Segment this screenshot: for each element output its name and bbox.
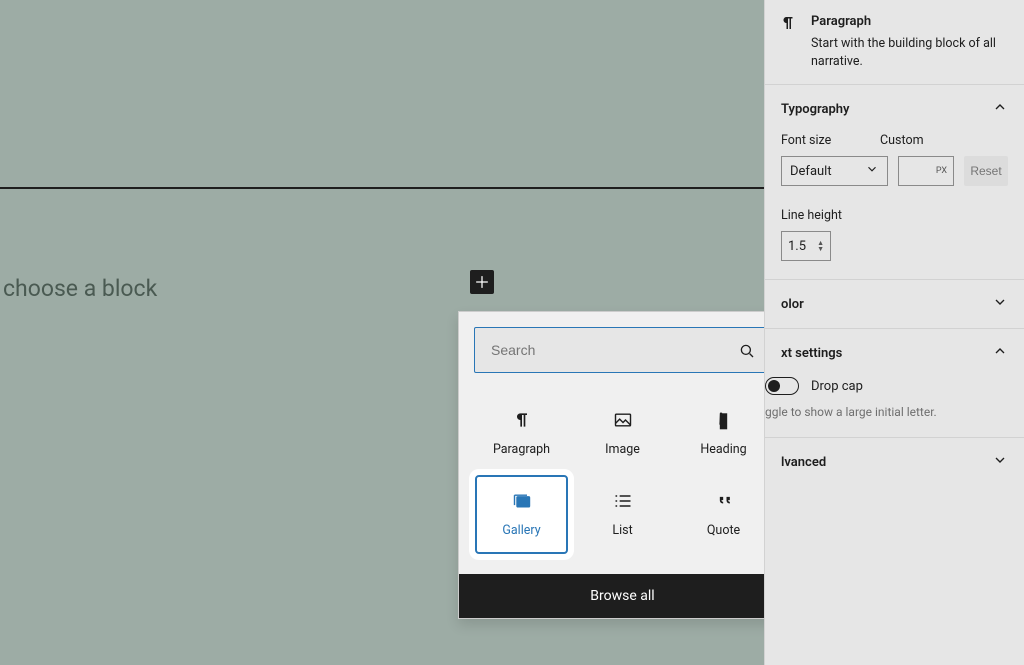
block-grid: Paragraph Image ▮ Heading <box>459 388 786 574</box>
panel-title: lvanced <box>781 455 826 470</box>
plus-icon <box>472 272 492 292</box>
block-inserter-popover: Paragraph Image ▮ Heading <box>458 311 787 619</box>
stepper-icon: ▲▼ <box>817 240 824 252</box>
block-name: Paragraph <box>811 14 1010 29</box>
block-item-list[interactable]: List <box>572 471 673 558</box>
block-placeholder[interactable]: choose a block <box>3 275 157 302</box>
panel-text-settings: xt settings Drop cap ggle to show a larg… <box>765 328 1024 437</box>
block-label: Quote <box>707 523 740 538</box>
unit-label: PX <box>936 166 947 176</box>
panel-color-header[interactable]: olor <box>765 280 1024 328</box>
block-item-quote[interactable]: Quote <box>673 471 774 558</box>
editor-canvas: choose a block Paragraph Image <box>0 0 764 665</box>
panel-title: xt settings <box>781 346 842 361</box>
block-label: List <box>612 523 632 538</box>
font-size-label: Font size <box>781 133 831 148</box>
pilcrow-icon <box>512 410 532 430</box>
add-block-button[interactable] <box>470 270 494 294</box>
custom-label: Custom <box>880 133 924 148</box>
font-size-value: Default <box>790 164 832 179</box>
chevron-up-icon <box>992 343 1008 363</box>
drop-cap-toggle[interactable] <box>765 377 799 395</box>
block-label: Heading <box>700 442 746 457</box>
search-input[interactable] <box>474 327 771 373</box>
block-description: Start with the building block of all nar… <box>811 35 1010 70</box>
settings-sidebar: Paragraph Start with the building block … <box>764 0 1024 665</box>
panel-title: olor <box>781 297 804 312</box>
block-item-image[interactable]: Image <box>572 396 673 471</box>
chevron-down-icon <box>992 452 1008 472</box>
panel-title: Typography <box>781 102 850 117</box>
panel-text-settings-header[interactable]: xt settings <box>765 329 1024 377</box>
font-size-select[interactable]: Default <box>781 156 888 186</box>
block-info-header: Paragraph Start with the building block … <box>765 0 1024 84</box>
image-icon <box>613 410 633 430</box>
chevron-down-icon <box>865 162 879 180</box>
block-label: Image <box>605 442 640 457</box>
gallery-icon <box>512 491 532 511</box>
heading-icon: ▮ <box>714 410 734 430</box>
reset-button[interactable]: Reset <box>964 156 1008 186</box>
panel-advanced-header[interactable]: lvanced <box>765 438 1024 486</box>
line-height-input[interactable]: 1.5 ▲▼ <box>781 231 831 261</box>
block-item-heading[interactable]: ▮ Heading <box>673 396 774 471</box>
panel-typography-header[interactable]: Typography <box>765 85 1024 133</box>
chevron-up-icon <box>992 99 1008 119</box>
browse-all-button[interactable]: Browse all <box>459 574 786 618</box>
block-item-gallery[interactable]: Gallery <box>475 475 568 554</box>
line-height-label: Line height <box>781 208 1008 223</box>
block-label: Gallery <box>502 523 540 538</box>
block-item-paragraph[interactable]: Paragraph <box>471 396 572 471</box>
drop-cap-help: ggle to show a large initial letter. <box>765 405 1008 419</box>
chevron-down-icon <box>992 294 1008 314</box>
panel-color: olor <box>765 279 1024 328</box>
quote-icon <box>714 491 734 511</box>
panel-advanced: lvanced <box>765 437 1024 486</box>
pilcrow-icon <box>779 14 797 70</box>
drop-cap-label: Drop cap <box>811 379 863 394</box>
custom-size-input[interactable]: PX <box>898 156 954 186</box>
panel-typography: Typography Font size Custom Default PX R… <box>765 84 1024 279</box>
list-icon <box>613 491 633 511</box>
line-height-value: 1.5 <box>788 239 806 254</box>
canvas-divider <box>0 187 764 189</box>
block-label: Paragraph <box>493 442 550 457</box>
